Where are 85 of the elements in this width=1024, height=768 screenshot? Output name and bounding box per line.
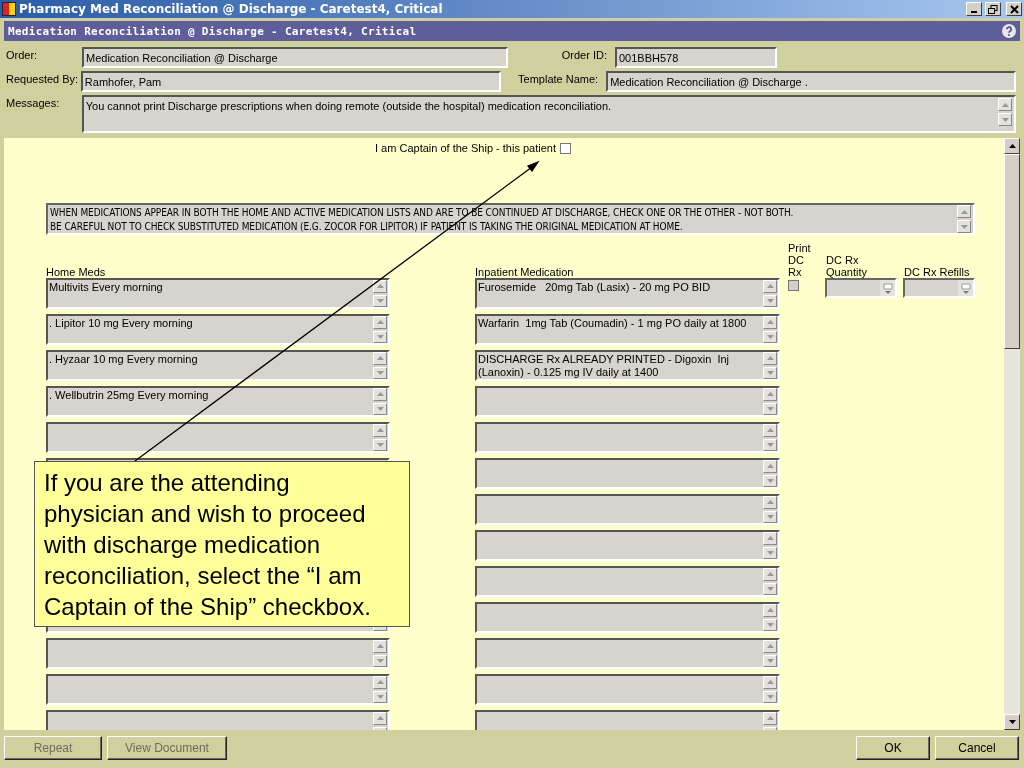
up-triangle-icon [1001, 102, 1009, 107]
down-triangle-icon [766, 478, 774, 483]
footer-button[interactable]: OK [856, 736, 930, 760]
field-label: Order ID: [560, 48, 608, 61]
up-triangle-icon [766, 500, 774, 505]
up-triangle-icon [766, 284, 774, 289]
down-triangle-icon [376, 406, 384, 411]
app-icon [2, 2, 16, 16]
up-triangle-icon [766, 356, 774, 361]
field-label: Template Name: [517, 72, 600, 85]
column-header: Home Meds [46, 266, 107, 278]
quantity-dropdown[interactable] [825, 278, 897, 298]
down-triangle-icon [1008, 720, 1016, 724]
callout-tooltip: If you are the attending physician and wish to proceed with discharge medication reconciliation, select the “I am Captain of the Ship” checkbox. [34, 461, 410, 627]
scroll-thumb[interactable] [1004, 154, 1020, 349]
down-triangle-icon [766, 514, 774, 519]
scroll-down-button[interactable] [1004, 714, 1020, 730]
down-triangle-icon [766, 298, 774, 303]
down-triangle-icon [766, 406, 774, 411]
refills-dropdown[interactable] [903, 278, 975, 298]
close-button[interactable] [1006, 2, 1022, 16]
captain-label: I am Captain of the Ship - this patient [375, 142, 556, 154]
field-label: Messages: [6, 96, 61, 109]
up-triangle-icon [766, 716, 774, 721]
down-triangle-icon [766, 334, 774, 339]
down-triangle-icon [766, 622, 774, 627]
up-triangle-icon [376, 392, 384, 397]
up-triangle-icon [376, 680, 384, 685]
up-triangle-icon [376, 284, 384, 289]
home-med-field[interactable]: Multivits Every morning [46, 278, 390, 309]
scrollbar[interactable] [1004, 138, 1020, 730]
down-triangle-icon [376, 298, 384, 303]
down-triangle-icon [376, 442, 384, 447]
field-label: Requested By: [6, 72, 80, 85]
up-triangle-icon [766, 644, 774, 649]
up-triangle-icon [766, 608, 774, 613]
up-triangle-icon [376, 356, 384, 361]
down-triangle-icon [766, 370, 774, 375]
window-title: Pharmacy Med Reconciliation @ Discharge - Caretest4, Critical [19, 2, 443, 16]
up-triangle-icon [376, 644, 384, 649]
down-triangle-icon [376, 370, 384, 375]
scroll-up-button[interactable] [1004, 138, 1020, 154]
column-header: Inpatient Medication [475, 266, 575, 278]
help-icon[interactable] [1002, 24, 1016, 38]
down-triangle-icon [376, 334, 384, 339]
down-triangle-icon [766, 550, 774, 555]
down-triangle-icon [766, 694, 774, 699]
down-triangle-icon [766, 586, 774, 591]
down-triangle-icon [960, 224, 968, 229]
template-name-field[interactable]: Medication Reconciliation @ Discharge . [606, 71, 1016, 92]
scroll-up-button[interactable] [373, 280, 387, 293]
dropdown-arrow-icon [881, 282, 894, 294]
down-triangle-icon [376, 694, 384, 699]
up-triangle-icon [766, 680, 774, 685]
restore-button[interactable] [985, 2, 1001, 16]
requested-by-field[interactable]: Ramhofer, Pam [80, 71, 501, 92]
up-triangle-icon [766, 392, 774, 397]
down-triangle-icon [376, 658, 384, 663]
column-header: DC Rx Refills [904, 266, 970, 278]
header-title: Medication Reconciliation @ Discharge - Caretest4, Critical [8, 24, 418, 38]
close-icon [1009, 4, 1019, 14]
column-header: DC Rx Quantity [826, 254, 868, 278]
order-field[interactable]: Medication Reconciliation @ Discharge [82, 47, 508, 68]
up-triangle-icon [766, 536, 774, 541]
down-triangle-icon [766, 658, 774, 663]
order-id-field[interactable]: 001BBH578 [615, 47, 777, 68]
up-triangle-icon [766, 428, 774, 433]
up-triangle-icon [376, 428, 384, 433]
up-triangle-icon [766, 572, 774, 577]
down-triangle-icon [766, 442, 774, 447]
instruction-text: WHEN MEDICATIONS APPEAR IN BOTH THE HOME AND ACTIVE MEDICATION LISTS AND ARE TO BE CONTINUED AT DISCHARGE, CHECK ONE OR THE OTHER - NOT BOTH. [50, 206, 794, 218]
minimize-button[interactable] [966, 2, 982, 16]
column-header: Print DC Rx [788, 242, 812, 278]
up-triangle-icon [376, 716, 384, 721]
up-triangle-icon [766, 464, 774, 469]
up-triangle-icon [766, 320, 774, 325]
restore-icon [988, 4, 998, 14]
up-triangle-icon [960, 209, 968, 214]
up-triangle-icon [1008, 144, 1016, 148]
captain-checkbox[interactable] [560, 142, 571, 154]
footer-button[interactable]: Cancel [935, 736, 1019, 760]
field-label: Order: [6, 48, 39, 61]
dropdown-arrow-icon [959, 282, 972, 294]
down-triangle-icon [1001, 117, 1009, 122]
up-triangle-icon [376, 320, 384, 325]
